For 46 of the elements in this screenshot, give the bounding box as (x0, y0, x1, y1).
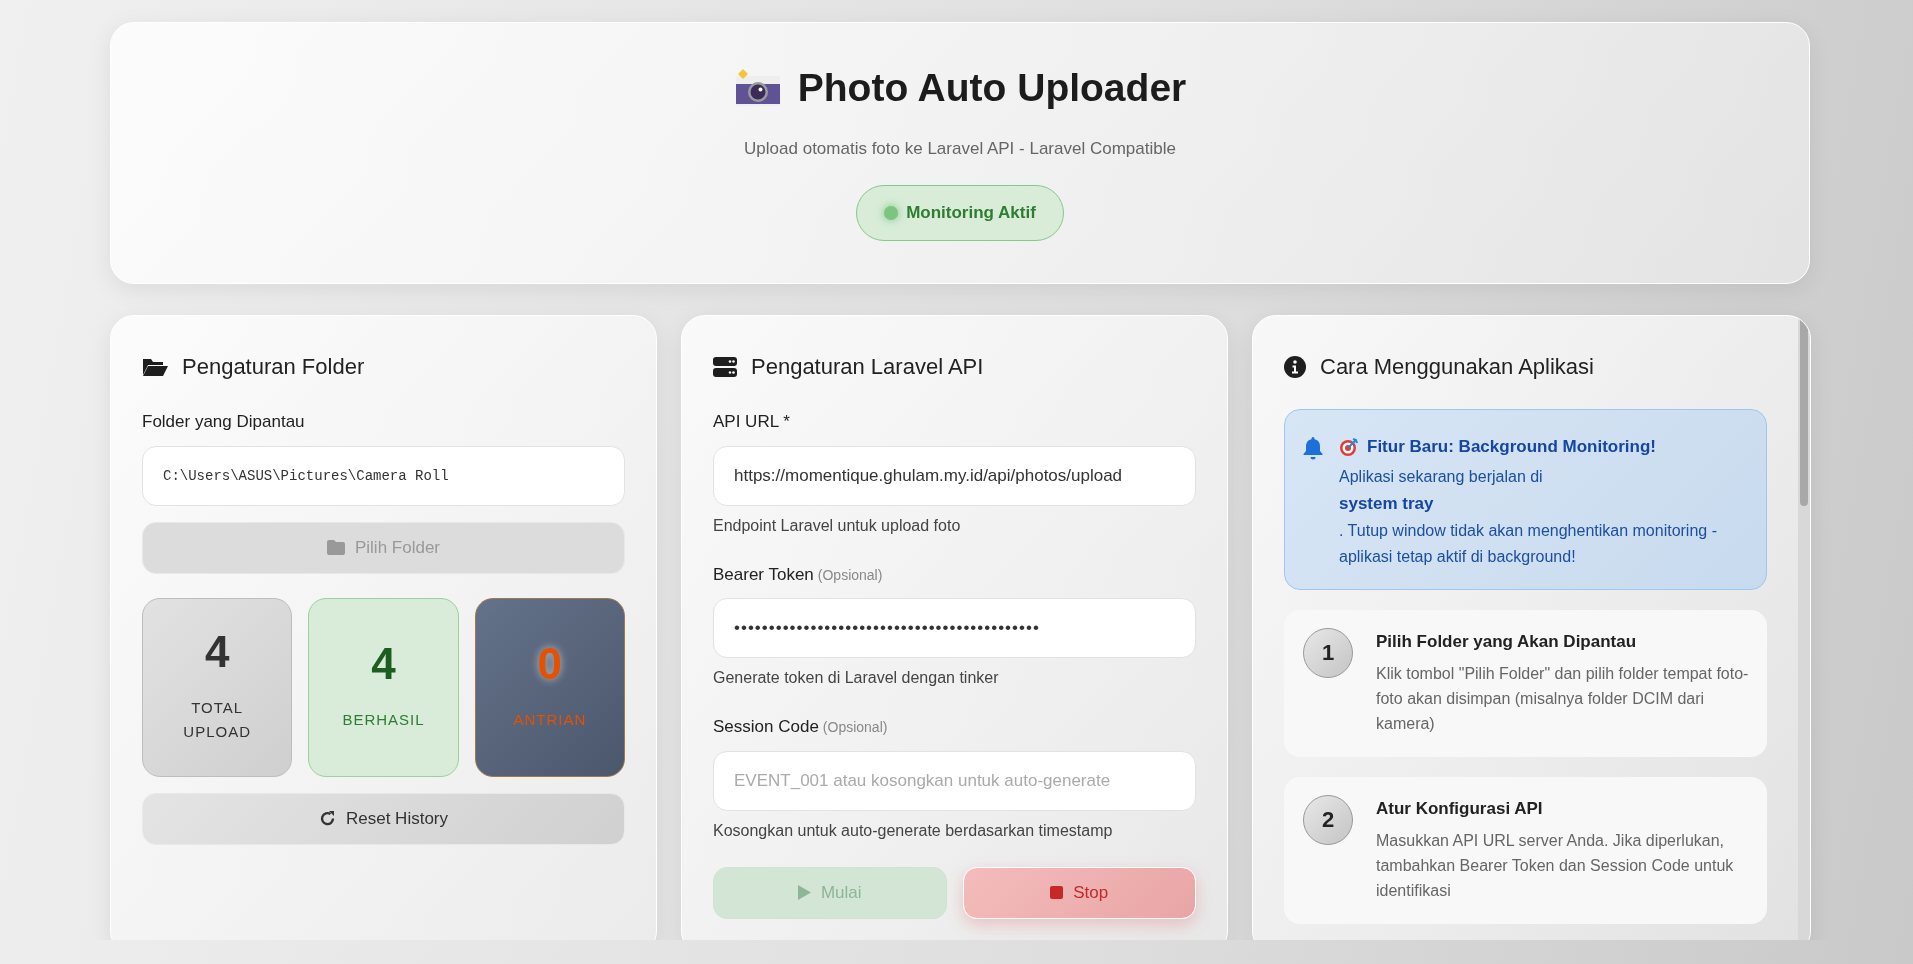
app-title: Photo Auto Uploader (797, 65, 1187, 112)
token-field[interactable]: •••••••••••••••••••••••••••••••••••••••••••• (713, 598, 1196, 658)
stat-value: 4 (204, 630, 230, 674)
notice-text: Aplikasi sekarang berjalan di (1339, 466, 1544, 487)
field-label: Session Code (713, 716, 819, 738)
step-number: 1 (1303, 627, 1353, 678)
stat-value: 0 (537, 642, 563, 686)
session-code-field[interactable]: EVENT_001 atau kosongkan untuk auto-generate (713, 750, 1196, 811)
help-text: Endpoint Laravel untuk upload foto (713, 515, 962, 536)
field-label: API URL * (713, 411, 790, 433)
help-text: Kosongkan untuk auto-generate berdasarkan timestamp (713, 820, 1114, 841)
help-text: Generate token di Laravel dengan tinker (713, 668, 1000, 688)
notice-text: . Tutup window tidak akan menghentikan monitoring - aplikasi tetap aktif di background! (1339, 520, 1718, 568)
stat-value: 4 (371, 642, 396, 686)
optional-hint: (Opsional) (817, 565, 883, 585)
folder-icon (326, 540, 345, 555)
field-label: Bearer Token (713, 563, 814, 586)
stat-label: BERHASIL (341, 710, 426, 730)
info-icon (1284, 355, 1306, 378)
card-title: Pengaturan Laravel API (751, 353, 984, 381)
stop-icon (1050, 886, 1064, 899)
step-text: Masukkan API URL server Anda. Jika diperlukan, tambahkan Bearer Token dan Session Code untuk identifikasi (1376, 831, 1735, 901)
step-number: 2 (1303, 794, 1353, 845)
server-icon (713, 356, 737, 377)
card-title: Pengaturan Folder (182, 353, 365, 381)
folder-icon (142, 356, 168, 377)
url-field[interactable]: https://momentique.ghulam.my.id/api/photos/upload (713, 445, 1196, 506)
play-icon (797, 885, 811, 900)
camera-icon (733, 68, 782, 109)
reset-history-button[interactable]: Reset History (142, 792, 625, 845)
step-title: Atur Konfigurasi API (1376, 797, 1544, 820)
folder-path-field[interactable]: C:\Users\ASUS\Pictures\Camera Roll (142, 445, 625, 506)
notice-title: Fitur Baru: Background Monitoring! (1367, 436, 1656, 458)
card-title: Cara Menggunakan Aplikasi (1320, 353, 1594, 381)
reload-icon (319, 810, 336, 827)
stat-label: TOTAL UPLOAD (182, 698, 252, 742)
step-text: Klik tombol "Pilih Folder" dan pilih folder tempat foto-foto akan disimpan (misalnya folder DCIM dari kamera) (1376, 664, 1749, 734)
optional-hint: (Opsional) (822, 718, 888, 737)
monitoring-status-badge: Monitoring Aktif (856, 185, 1064, 241)
bell-icon (1303, 436, 1323, 460)
notice-text: system tray (1339, 492, 1435, 515)
field-label: Folder yang Dipantau (142, 411, 305, 433)
app-subtitle: Upload otomatis foto ke Laravel API - Laravel Compatible (744, 137, 1176, 160)
target-icon (1339, 436, 1359, 457)
step-title: Pilih Folder yang Akan Dipantau (1376, 630, 1638, 653)
stat-label: ANTRIAN (512, 710, 588, 730)
